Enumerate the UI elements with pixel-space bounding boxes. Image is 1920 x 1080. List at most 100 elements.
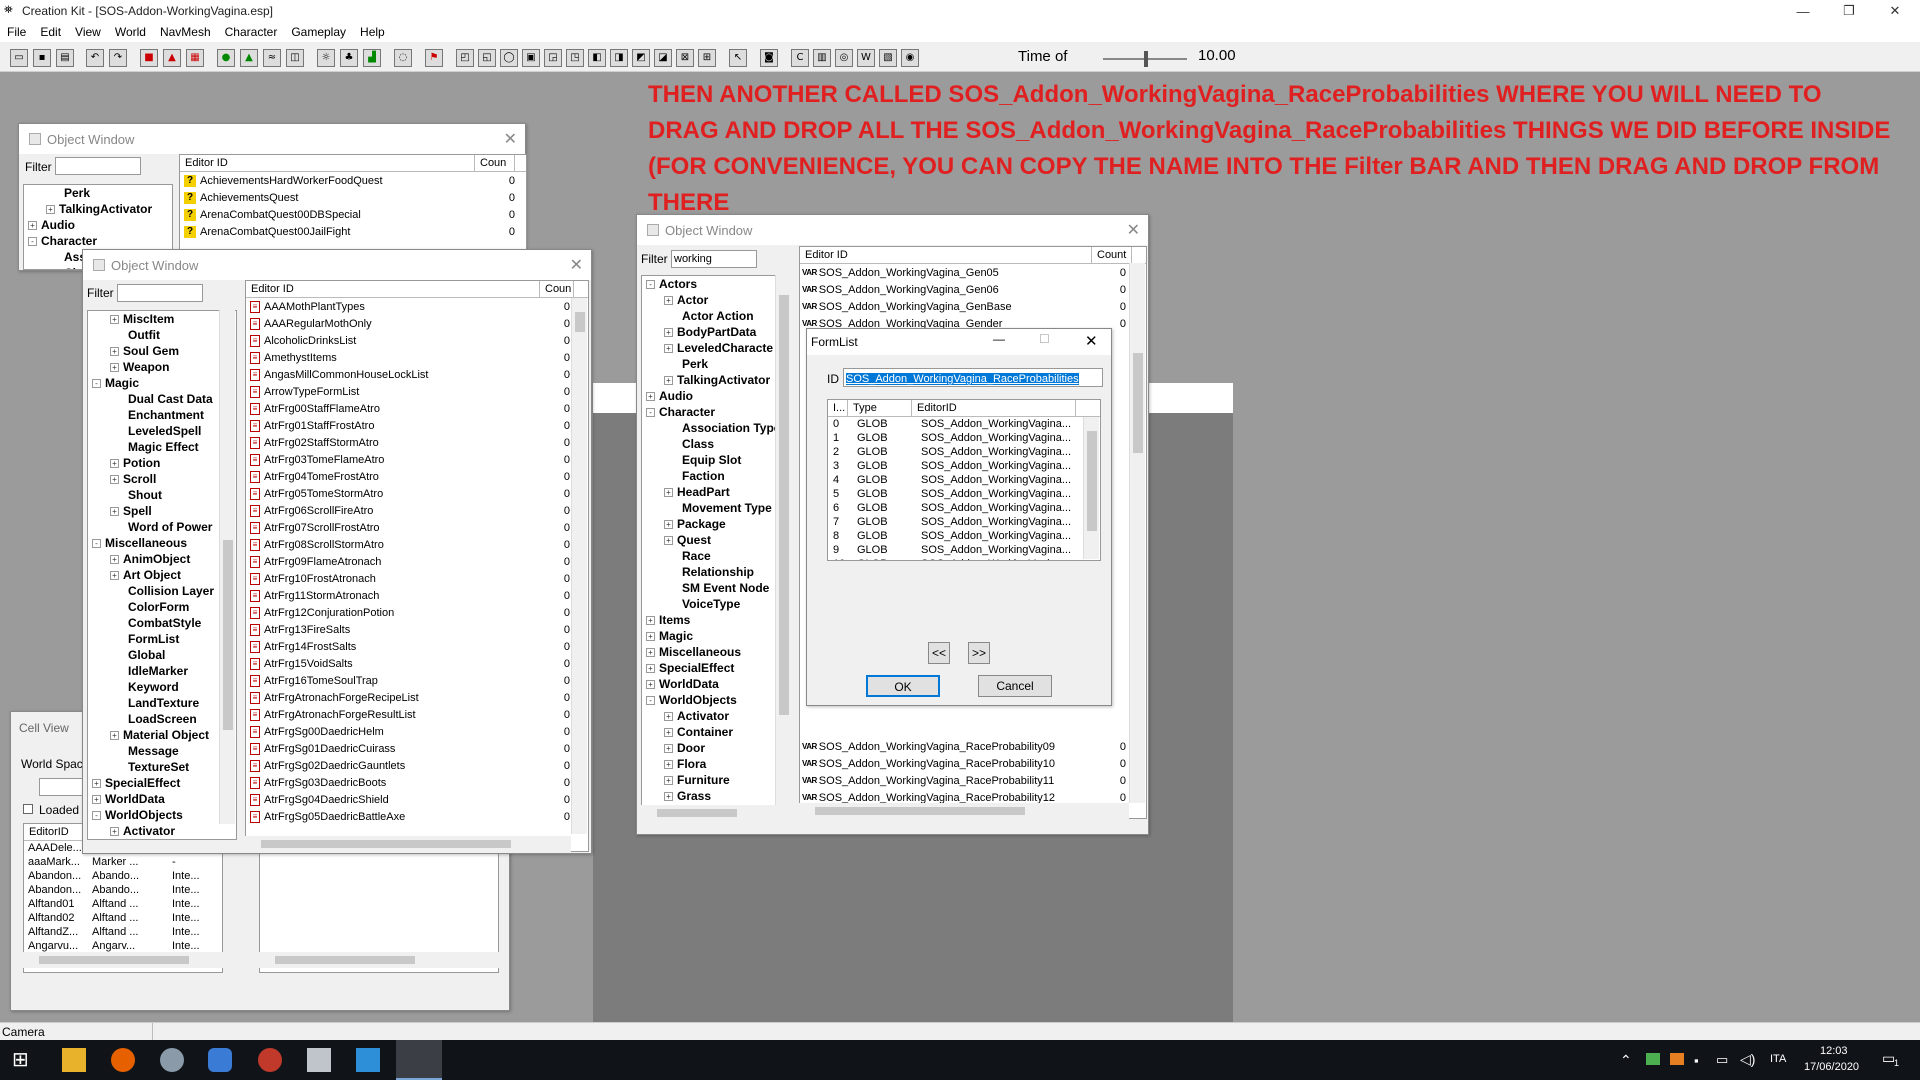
frame7-icon[interactable]: ◪ bbox=[654, 49, 672, 67]
move-up-button[interactable]: << bbox=[928, 642, 950, 664]
cell-row[interactable]: AlftandZ... Alftand ... Inte... bbox=[24, 925, 222, 939]
expand-icon[interactable]: + bbox=[92, 794, 101, 804]
list-hscroll[interactable] bbox=[245, 836, 571, 852]
close-icon[interactable]: ✕ bbox=[570, 255, 583, 275]
tree-item[interactable]: + Material Object bbox=[88, 727, 236, 743]
tree-item[interactable]: Global bbox=[88, 647, 236, 663]
list-item[interactable]: ≡ AtrFrg06ScrollFireAtro 0 bbox=[246, 502, 588, 519]
c-icon[interactable]: C bbox=[791, 49, 809, 67]
tree-item[interactable]: - Magic bbox=[88, 375, 236, 391]
collapse-icon[interactable]: - bbox=[646, 695, 655, 705]
list-item[interactable]: ? AchievementsQuest 0 bbox=[180, 189, 526, 206]
terrain-icon[interactable]: ▲ bbox=[240, 49, 258, 67]
tree-item[interactable]: + Potion bbox=[88, 455, 236, 471]
collapse-icon[interactable]: - bbox=[28, 236, 37, 246]
expand-icon[interactable]: + bbox=[664, 791, 673, 801]
list-item[interactable]: ≡ AtrFrg00StaffFlameAtro 0 bbox=[246, 400, 588, 417]
formlist-row[interactable]: 10GLOBSOS_Addon_WorkingVagina... bbox=[828, 557, 1100, 560]
snap-icon[interactable]: ▲ bbox=[163, 49, 181, 67]
list-item[interactable]: ? ArenaCombatQuest00DBSpecial 0 bbox=[180, 206, 526, 223]
app-icon-4[interactable] bbox=[208, 1048, 232, 1072]
open-icon[interactable]: ▭ bbox=[10, 49, 28, 67]
list-hscroll[interactable] bbox=[799, 803, 1129, 819]
cube1-icon[interactable]: ◰ bbox=[456, 49, 474, 67]
expand-icon[interactable]: + bbox=[646, 679, 655, 689]
list-item[interactable]: ≡ AtrFrgSg04DaedricShield 0 bbox=[246, 791, 588, 808]
cell-objects-hscroll[interactable] bbox=[259, 952, 499, 968]
tree-item[interactable]: FormList bbox=[88, 631, 236, 647]
list-item[interactable]: ≡ AtrFrg11StormAtronach 0 bbox=[246, 587, 588, 604]
tree-item[interactable]: - WorldObjects bbox=[642, 692, 790, 708]
start-icon[interactable]: ⊞ bbox=[12, 1048, 36, 1072]
expand-icon[interactable]: + bbox=[110, 506, 119, 516]
expand-icon[interactable]: + bbox=[664, 343, 673, 353]
tree-item[interactable]: + Flora bbox=[642, 756, 790, 772]
tree-item[interactable]: + Door bbox=[642, 740, 790, 756]
list-item[interactable]: VAR SOS_Addon_WorkingVagina_Gen06 0 bbox=[800, 281, 1146, 298]
list-item[interactable]: ≡ AtrFrg15VoidSalts 0 bbox=[246, 655, 588, 672]
expand-icon[interactable]: + bbox=[110, 474, 119, 484]
expand-icon[interactable]: + bbox=[664, 375, 673, 385]
list-item[interactable]: ≡ AtrFrgSg03DaedricBoots 0 bbox=[246, 774, 588, 791]
list-item[interactable]: ≡ AtrFrgSg01DaedricCuirass 0 bbox=[246, 740, 588, 757]
tree-icon[interactable]: ♣ bbox=[340, 49, 358, 67]
tree-item[interactable]: Keyword bbox=[88, 679, 236, 695]
editor-list[interactable]: Editor ID Coun ≡ AAAMothPlantTypes 0 ≡ AAARe… bbox=[245, 280, 589, 852]
frame2-icon[interactable]: ◲ bbox=[544, 49, 562, 67]
list-item[interactable]: ≡ AtrFrg16TomeSoulTrap 0 bbox=[246, 672, 588, 689]
cell-row[interactable]: aaaMark... Marker ... - bbox=[24, 855, 222, 869]
list-item[interactable]: ≡ AtrFrg13FireSalts 0 bbox=[246, 621, 588, 638]
tree-item[interactable]: VoiceType bbox=[642, 596, 790, 612]
list-item[interactable]: VARSOS_Addon_WorkingVagina_RaceProbabili… bbox=[800, 738, 1146, 755]
menu-help[interactable]: Help bbox=[353, 25, 392, 39]
clock-time[interactable]: 12:03 bbox=[1820, 1045, 1848, 1057]
tree-item[interactable]: + HeadPart bbox=[642, 484, 790, 500]
tree-item[interactable]: + Spell bbox=[88, 503, 236, 519]
tree-item[interactable]: Enchantment bbox=[88, 407, 236, 423]
filter-input[interactable] bbox=[55, 157, 141, 175]
expand-icon[interactable]: + bbox=[46, 204, 55, 214]
tree-item[interactable]: Perk bbox=[24, 185, 172, 201]
formlist-row[interactable]: 0 GLOB SOS_Addon_WorkingVagina... bbox=[828, 417, 1100, 431]
tree-item[interactable]: - Character bbox=[642, 404, 790, 420]
tree-item[interactable]: + SpecialEffect bbox=[642, 660, 790, 676]
app-icon-5[interactable] bbox=[258, 1048, 282, 1072]
list-item[interactable]: ≡ AngasMillCommonHouseLockList 0 bbox=[246, 366, 588, 383]
list-item[interactable]: ≡ ArrowTypeFormList 0 bbox=[246, 383, 588, 400]
tree-item[interactable]: Actor Action bbox=[642, 308, 790, 324]
tree-item[interactable]: Movement Type bbox=[642, 500, 790, 516]
list-item[interactable]: ≡ AlcoholicDrinksList 0 bbox=[246, 332, 588, 349]
expand-icon[interactable]: + bbox=[664, 711, 673, 721]
w-icon[interactable]: W bbox=[857, 49, 875, 67]
landscape-icon[interactable]: ● bbox=[217, 49, 235, 67]
menu-view[interactable]: View bbox=[68, 25, 108, 39]
formlist-row[interactable]: 3 GLOB SOS_Addon_WorkingVagina... bbox=[828, 459, 1100, 473]
tree-item[interactable]: + Scroll bbox=[88, 471, 236, 487]
tree-item[interactable]: + Miscellaneous bbox=[642, 644, 790, 660]
collapse-icon[interactable]: - bbox=[646, 279, 655, 289]
tree-item[interactable]: + Furniture bbox=[642, 772, 790, 788]
language-indicator[interactable]: ITA bbox=[1770, 1053, 1786, 1065]
frame9-icon[interactable]: ⊞ bbox=[698, 49, 716, 67]
menu-file[interactable]: File bbox=[0, 25, 33, 39]
loaded-checkbox[interactable] bbox=[23, 804, 33, 814]
list-item[interactable]: ≡ AtrFrgAtronachForgeRecipeList 0 bbox=[246, 689, 588, 706]
undo-icon[interactable]: ↶ bbox=[86, 49, 104, 67]
column-editor-id[interactable]: Editor ID bbox=[180, 155, 475, 171]
tree-item[interactable]: + SpecialEffect bbox=[88, 775, 236, 791]
list-item[interactable]: ≡ AmethystItems 0 bbox=[246, 349, 588, 366]
list-item[interactable]: VAR SOS_Addon_WorkingVagina_GenBase 0 bbox=[800, 298, 1146, 315]
expand-icon[interactable]: + bbox=[664, 535, 673, 545]
tree-item[interactable]: Shout bbox=[88, 487, 236, 503]
tree-item[interactable]: CombatStyle bbox=[88, 615, 236, 631]
tree-item[interactable]: Faction bbox=[642, 468, 790, 484]
formlist-items[interactable]: I... Type EditorID 0 GLOB SOS_Addon_Workin… bbox=[827, 399, 1101, 561]
frame5-icon[interactable]: ◨ bbox=[610, 49, 628, 67]
list-item[interactable]: ≡ AtrFrgSg05DaedricBattleAxe 0 bbox=[246, 808, 588, 825]
lasso-icon[interactable]: ◌ bbox=[394, 49, 412, 67]
list-item[interactable]: ≡ AtrFrgSg02DaedricGauntlets 0 bbox=[246, 757, 588, 774]
filter-input[interactable] bbox=[117, 284, 203, 302]
cancel-button[interactable]: Cancel bbox=[978, 675, 1052, 697]
cell-row[interactable]: Abandon... Abando... Inte... bbox=[24, 869, 222, 883]
tray-icon-2[interactable] bbox=[1670, 1053, 1684, 1065]
